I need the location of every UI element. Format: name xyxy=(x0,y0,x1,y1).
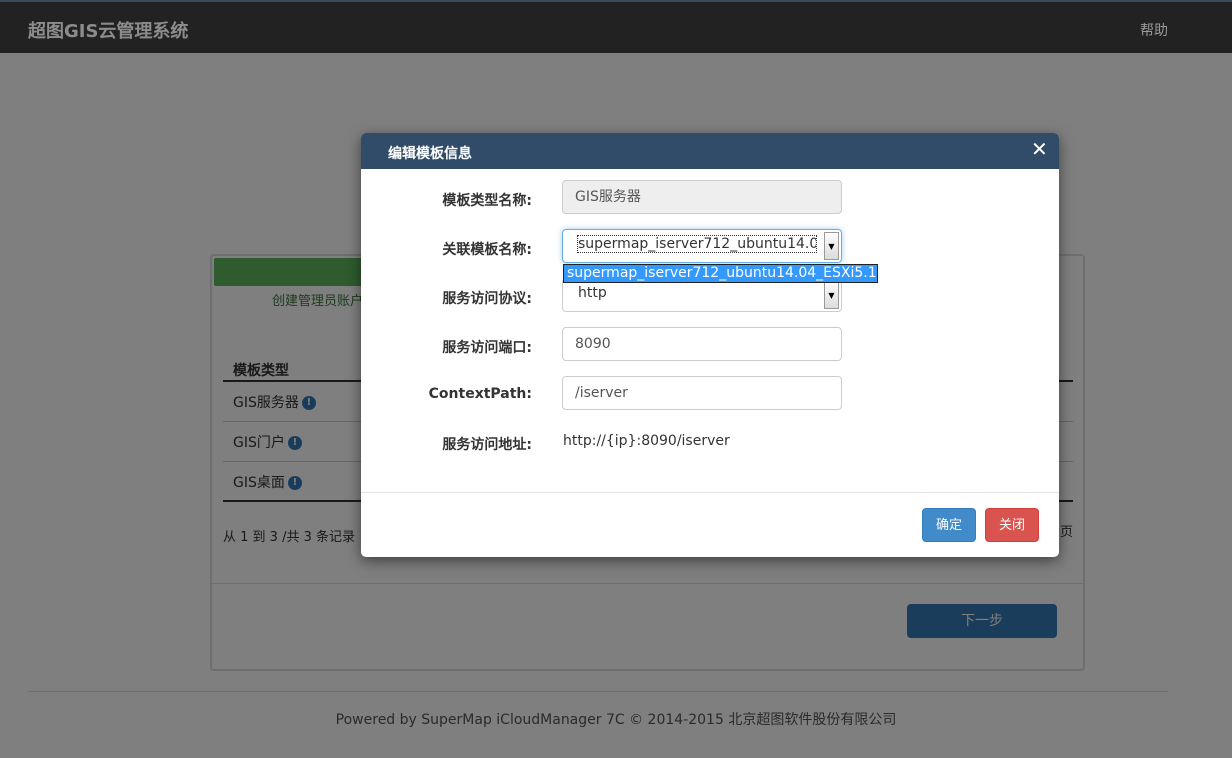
select-value: supermap_iserver712_ubuntu14.04 xyxy=(577,235,817,253)
template-type-label: 模板类型名称: xyxy=(442,193,532,209)
port-label: 服务访问端口: xyxy=(442,340,532,356)
top-navbar: 超图GIS云管理系统 帮助 xyxy=(0,0,1232,53)
dropdown-option[interactable]: supermap_iserver712_ubuntu14.04_ESXi5.1 xyxy=(563,264,878,283)
modal-footer-divider xyxy=(361,492,1059,493)
close-icon[interactable]: ✕ xyxy=(1031,139,1048,159)
modal-header: 编辑模板信息 ✕ xyxy=(361,133,1059,169)
service-url-value: http://{ip}:8090/iserver xyxy=(563,433,730,449)
caret-down-icon[interactable]: ▼ xyxy=(824,232,839,260)
select-value: http xyxy=(578,285,607,301)
app-brand[interactable]: 超图GIS云管理系统 xyxy=(28,17,188,43)
confirm-button[interactable]: 确定 xyxy=(922,508,976,542)
protocol-select[interactable]: http ▼ xyxy=(562,278,842,312)
related-template-select[interactable]: supermap_iserver712_ubuntu14.04 ▼ xyxy=(562,229,842,263)
protocol-label: 服务访问协议: xyxy=(442,291,532,307)
close-button[interactable]: 关闭 xyxy=(985,508,1039,542)
template-type-field: GIS服务器 xyxy=(562,180,842,214)
help-link[interactable]: 帮助 xyxy=(1140,20,1168,40)
context-path-label: ContextPath: xyxy=(428,386,532,402)
related-template-label: 关联模板名称: xyxy=(442,242,532,258)
port-input[interactable]: 8090 xyxy=(562,327,842,361)
service-url-label: 服务访问地址: xyxy=(442,437,532,453)
modal-title: 编辑模板信息 xyxy=(388,146,472,162)
caret-down-icon[interactable]: ▼ xyxy=(824,281,839,309)
edit-template-modal: 编辑模板信息 ✕ 模板类型名称: GIS服务器 关联模板名称: supermap… xyxy=(361,133,1059,557)
context-path-input[interactable]: /iserver xyxy=(562,376,842,410)
